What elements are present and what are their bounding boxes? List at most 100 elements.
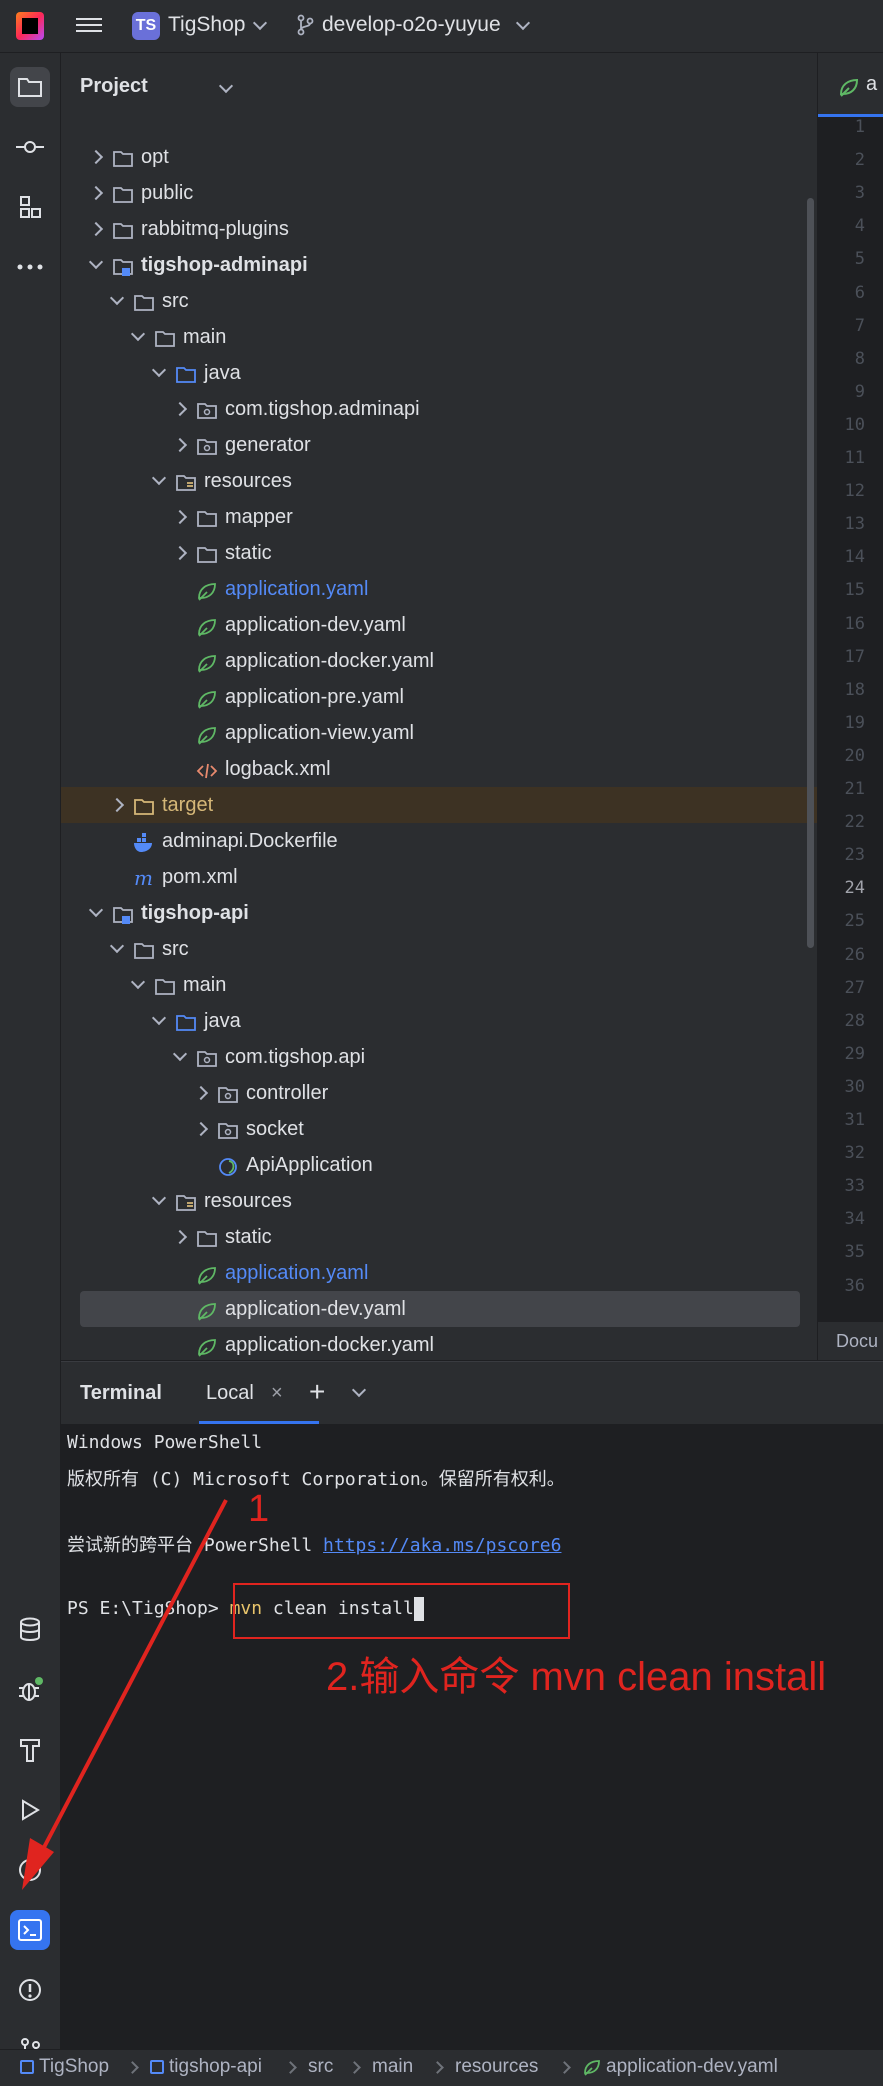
- tree-item[interactable]: application-docker.yaml: [61, 643, 817, 679]
- tree-item[interactable]: java: [61, 355, 817, 391]
- chevron-right-icon[interactable]: [88, 185, 104, 201]
- tree-item[interactable]: tigshop-adminapi: [61, 247, 817, 283]
- tree-item[interactable]: resources: [61, 463, 817, 499]
- chevron-down-icon[interactable]: [88, 254, 104, 270]
- tree-item[interactable]: com.tigshop.adminapi: [61, 391, 817, 427]
- breadcrumb-item[interactable]: src: [308, 2056, 333, 2078]
- chevron-right-icon[interactable]: [172, 1229, 188, 1245]
- tree-item[interactable]: logback.xml: [61, 751, 817, 787]
- chevron-down-icon[interactable]: [515, 15, 531, 31]
- tree-item-label: application-pre.yaml: [225, 686, 404, 708]
- chevron-down-icon[interactable]: [172, 1046, 188, 1062]
- pscore6-link[interactable]: https://aka.ms/pscore6: [323, 1535, 561, 1556]
- chevron-down-icon[interactable]: [109, 938, 125, 954]
- tree-item[interactable]: target: [61, 787, 817, 823]
- chevron-right-icon[interactable]: [88, 149, 104, 165]
- breadcrumb-item[interactable]: TigShop: [20, 2056, 109, 2078]
- database-icon[interactable]: [10, 1610, 50, 1650]
- tree-item[interactable]: generator: [61, 427, 817, 463]
- documentation-label[interactable]: Docu: [818, 1321, 883, 1360]
- chevron-down-icon[interactable]: [130, 974, 146, 990]
- services-icon[interactable]: [10, 1850, 50, 1890]
- problems-icon[interactable]: [10, 1970, 50, 2010]
- debug-icon[interactable]: [10, 1670, 50, 1710]
- breadcrumb-item[interactable]: main: [372, 2056, 413, 2078]
- tree-item[interactable]: public: [61, 175, 817, 211]
- project-badge[interactable]: TS: [132, 12, 160, 40]
- chevron-down-icon[interactable]: [151, 1010, 167, 1026]
- folder-icon: [196, 1226, 218, 1248]
- tree-item[interactable]: application-view.yaml: [61, 715, 817, 751]
- breadcrumb-item[interactable]: tigshop-api: [150, 2056, 262, 2078]
- chevron-down-icon[interactable]: [218, 78, 234, 94]
- tree-item[interactable]: ApiApplication: [61, 1147, 817, 1183]
- chevron-right-icon[interactable]: [172, 545, 188, 561]
- chevron-right-icon[interactable]: [193, 1085, 209, 1101]
- chevron-right-icon[interactable]: [172, 401, 188, 417]
- tree-item-label: static: [225, 542, 272, 564]
- project-scrollbar[interactable]: [807, 198, 814, 948]
- more-icon[interactable]: [10, 247, 50, 287]
- editor-tab[interactable]: a: [818, 53, 883, 118]
- close-icon[interactable]: ×: [271, 1382, 283, 1405]
- tree-item[interactable]: application-docker.yaml: [61, 1327, 817, 1360]
- branch-name[interactable]: develop-o2o-yuyue: [322, 13, 501, 37]
- tree-item[interactable]: com.tigshop.api: [61, 1039, 817, 1075]
- tree-item[interactable]: socket: [61, 1111, 817, 1147]
- terminal-tab-local[interactable]: Local: [206, 1382, 254, 1405]
- line-number: 29: [844, 1043, 865, 1064]
- chevron-right-icon[interactable]: [88, 221, 104, 237]
- tree-item[interactable]: static: [61, 535, 817, 571]
- commit-icon[interactable]: [10, 127, 50, 167]
- chevron-down-icon[interactable]: [109, 290, 125, 306]
- breadcrumb-item[interactable]: resources: [455, 2056, 538, 2078]
- tree-item[interactable]: mapper: [61, 499, 817, 535]
- tree-item[interactable]: rabbitmq-plugins: [61, 211, 817, 247]
- maven-icon: m: [133, 866, 155, 890]
- tree-item[interactable]: opt: [61, 139, 817, 175]
- new-tab-plus-icon[interactable]: +: [309, 1376, 325, 1408]
- tree-item[interactable]: application-dev.yaml: [61, 607, 817, 643]
- breadcrumb-label: main: [372, 2056, 414, 2077]
- tree-item[interactable]: src: [61, 283, 817, 319]
- chevron-down-icon[interactable]: [130, 326, 146, 342]
- project-panel-title[interactable]: Project: [80, 75, 148, 98]
- tree-item[interactable]: m pom.xml: [61, 859, 817, 895]
- tree-item[interactable]: application-pre.yaml: [61, 679, 817, 715]
- build-hammer-icon[interactable]: [10, 1730, 50, 1770]
- tree-item[interactable]: adminapi.Dockerfile: [61, 823, 817, 859]
- chevron-down-icon[interactable]: [151, 362, 167, 378]
- tree-item[interactable]: main: [61, 967, 817, 1003]
- run-icon[interactable]: [10, 1790, 50, 1830]
- chevron-right-icon[interactable]: [193, 1121, 209, 1137]
- project-name[interactable]: TigShop: [168, 13, 245, 37]
- structure-icon[interactable]: [10, 187, 50, 227]
- tree-item[interactable]: static: [61, 1219, 817, 1255]
- prompt: PS E:\TigShop>: [67, 1598, 230, 1619]
- tree-item[interactable]: tigshop-api: [61, 895, 817, 931]
- editor-tab-label[interactable]: a: [866, 73, 877, 96]
- chevron-down-icon[interactable]: [351, 1382, 367, 1398]
- chevron-right-icon[interactable]: [172, 437, 188, 453]
- tree-item[interactable]: application.yaml: [61, 1255, 817, 1291]
- breadcrumb-item[interactable]: application-dev.yaml: [582, 2056, 778, 2078]
- tree-item[interactable]: src: [61, 931, 817, 967]
- terminal-icon[interactable]: [10, 1910, 50, 1950]
- resources-icon: [175, 1190, 197, 1212]
- chevron-down-icon[interactable]: [151, 470, 167, 486]
- tree-item[interactable]: application-dev.yaml: [80, 1291, 800, 1327]
- chevron-right-icon: [348, 2061, 361, 2074]
- tree-item[interactable]: main: [61, 319, 817, 355]
- chevron-right-icon[interactable]: [172, 509, 188, 525]
- line-number: 31: [844, 1110, 865, 1130]
- project-folder-icon[interactable]: [10, 67, 50, 107]
- chevron-right-icon[interactable]: [109, 797, 125, 813]
- chevron-down-icon[interactable]: [88, 902, 104, 918]
- tree-item[interactable]: application.yaml: [61, 571, 817, 607]
- main-menu-icon[interactable]: [76, 14, 102, 36]
- chevron-down-icon[interactable]: [252, 15, 268, 31]
- tree-item[interactable]: resources: [61, 1183, 817, 1219]
- chevron-down-icon[interactable]: [151, 1190, 167, 1206]
- tree-item[interactable]: controller: [61, 1075, 817, 1111]
- tree-item[interactable]: java: [61, 1003, 817, 1039]
